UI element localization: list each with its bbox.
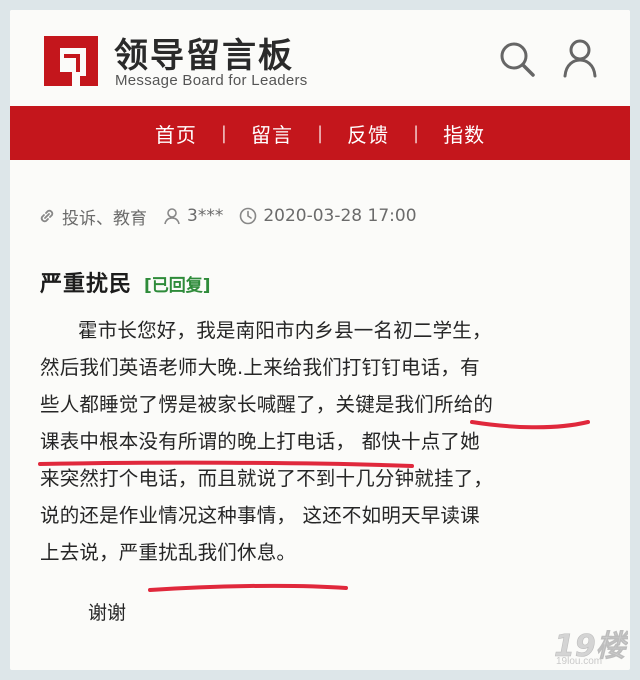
- clock-icon: [240, 207, 257, 225]
- body-line: 来突然打个电话，而且就说了不到十几分钟就挂了，: [40, 467, 494, 490]
- post-title-row: 严重扰民 [已回复]: [40, 266, 211, 298]
- meta-category: 投诉、教育: [38, 204, 147, 229]
- body-line: 上去说，严重扰乱我们休息。: [40, 541, 297, 564]
- main-nav: 首页 | 留言 | 反馈 | 指数: [10, 106, 630, 160]
- post-body: 霍市长您好，我是南阳市内乡县一名初二学生， 然后我们英语老师大晚.上来给我们打钉…: [40, 312, 600, 571]
- body-line: 课表中根本没有所谓的晚上打电话， 都快十点了她: [40, 430, 480, 453]
- link-icon: [40, 209, 54, 223]
- body-line: 霍市长您好，我是南阳市内乡县一名初二学生，: [78, 319, 492, 342]
- body-line: 些人都睡觉了愣是被家长喊醒了，关键是我们所给的: [40, 393, 494, 416]
- status-badge: [已回复]: [144, 276, 211, 296]
- brand-subtitle: Message Board for Leaders: [115, 72, 308, 89]
- brand-title: 领导留言板: [114, 36, 294, 76]
- user-icon[interactable]: [562, 38, 598, 78]
- nav-item-messages[interactable]: 留言: [227, 119, 317, 148]
- nav-item-feedback[interactable]: 反馈: [323, 119, 413, 148]
- post-title: 严重扰民: [40, 272, 133, 297]
- body-line: 然后我们英语老师大晚.上来给我们打钉钉电话，有: [40, 356, 480, 379]
- post-meta: 投诉、教育 3*** 2020-03-28 17:00: [38, 202, 433, 230]
- meta-datetime-text: 2020-03-28 17:00: [263, 206, 417, 226]
- nav-item-index[interactable]: 指数: [419, 119, 509, 148]
- screenshot-frame: 领导留言板 Message Board for Leaders 首页 | 留言 …: [10, 10, 630, 670]
- person-icon: [164, 208, 180, 225]
- post-closing: 谢谢: [88, 602, 127, 624]
- body-line: 说的还是作业情况这种事情， 这还不如明天早读课: [40, 504, 480, 527]
- meta-author-text: 3***: [187, 206, 224, 226]
- watermark-site: 19lou.com: [556, 656, 603, 667]
- nav-item-home[interactable]: 首页: [131, 119, 221, 148]
- meta-time: 2020-03-28 17:00: [239, 206, 417, 226]
- meta-author: 3***: [163, 206, 223, 226]
- site-header: 领导留言板 Message Board for Leaders: [10, 10, 630, 102]
- brand-logo-icon: [44, 36, 98, 86]
- underline-mark: [148, 583, 348, 592]
- search-icon[interactable]: [498, 40, 536, 78]
- meta-category-text: 投诉、教育: [62, 208, 147, 229]
